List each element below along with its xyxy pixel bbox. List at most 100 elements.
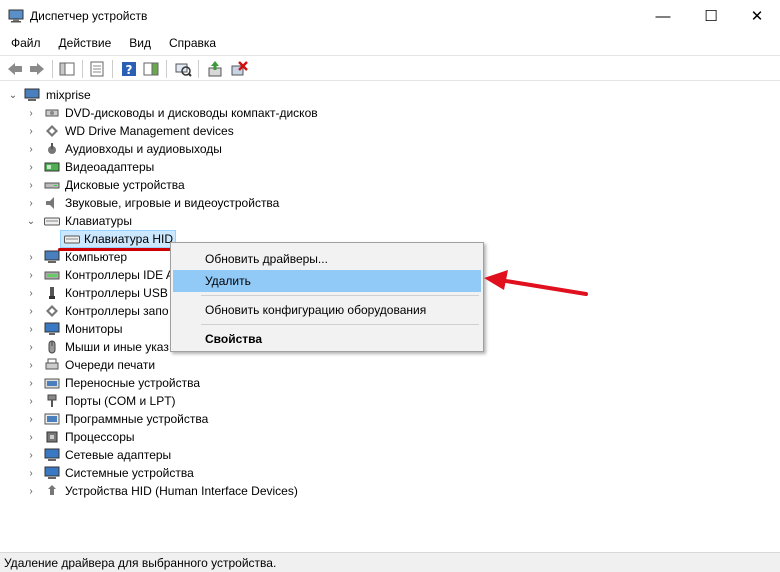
tree-item[interactable]: ⌄ Клавиатуры [0, 212, 320, 230]
chevron-right-icon[interactable]: › [26, 392, 36, 410]
action-pane-icon[interactable] [142, 60, 160, 78]
display-adapter-icon [44, 162, 60, 172]
chevron-right-icon[interactable]: › [26, 428, 36, 446]
menu-separator [201, 295, 479, 296]
tree-item[interactable]: › Переносные устройства [0, 374, 320, 392]
back-icon[interactable] [6, 60, 24, 78]
tree-item-label: Видеоадаптеры [65, 160, 155, 174]
print-queue-icon [45, 358, 59, 370]
ide-controller-icon [44, 271, 60, 280]
menu-scan-hardware[interactable]: Обновить конфигурацию оборудования [173, 299, 481, 321]
tree-item[interactable]: › Очереди печати [0, 356, 320, 374]
status-bar: Удаление драйвера для выбранного устройс… [0, 552, 780, 572]
tree-item[interactable]: › Дисковые устройства [0, 176, 320, 194]
update-driver-icon[interactable] [206, 60, 224, 78]
chevron-right-icon[interactable]: › [26, 464, 36, 482]
chevron-right-icon[interactable]: › [26, 446, 36, 464]
menu-uninstall-device[interactable]: Удалить [173, 270, 481, 292]
close-button[interactable]: ✕ [734, 0, 780, 32]
svg-text:?: ? [126, 63, 133, 77]
tree-item-label: Переносные устройства [65, 376, 201, 390]
context-menu: Обновить драйверы... Удалить Обновить ко… [170, 242, 484, 352]
chevron-down-icon[interactable]: ⌄ [8, 86, 18, 104]
chevron-right-icon[interactable]: › [26, 176, 36, 194]
toolbar-separator [112, 60, 113, 78]
toolbar-separator [52, 60, 53, 78]
forward-icon[interactable] [28, 60, 46, 78]
chevron-right-icon[interactable]: › [26, 194, 36, 212]
scan-hardware-icon[interactable] [174, 60, 192, 78]
chevron-right-icon[interactable]: › [26, 356, 36, 374]
menu-help[interactable]: Справка [158, 32, 223, 54]
minimize-button[interactable]: — [640, 0, 686, 32]
tree-item[interactable]: › Процессоры [0, 428, 320, 446]
menu-update-driver[interactable]: Обновить драйверы... [173, 248, 481, 270]
chevron-right-icon[interactable]: › [26, 140, 36, 158]
menu-properties[interactable]: Свойства [173, 328, 481, 350]
chevron-right-icon[interactable]: › [26, 122, 36, 140]
tree-item-label: Мыши и иные указ [65, 340, 169, 354]
tree-item-label: Программные устройства [65, 412, 209, 426]
tree-item[interactable]: › Порты (COM и LPT) [0, 392, 320, 410]
chevron-right-icon[interactable]: › [26, 320, 36, 338]
chevron-right-icon[interactable]: › [26, 284, 36, 302]
keyboard-icon [64, 235, 80, 244]
storage-controller-icon [46, 305, 58, 317]
processor-icon [46, 431, 58, 443]
chevron-right-icon[interactable]: › [26, 410, 36, 428]
chevron-right-icon[interactable]: › [26, 266, 36, 284]
tree-item-label: Аудиовходы и аудиовыходы [65, 142, 222, 156]
properties-icon[interactable] [88, 60, 106, 78]
software-device-icon [44, 413, 60, 425]
window-title: Диспетчер устройств [30, 9, 148, 23]
chevron-right-icon[interactable]: › [26, 248, 36, 266]
sound-icon [46, 197, 54, 209]
portable-device-icon [44, 378, 60, 389]
chevron-right-icon[interactable]: › [26, 104, 36, 122]
chevron-right-icon[interactable]: › [26, 338, 36, 356]
tree-item[interactable]: › Программные устройства [0, 410, 320, 428]
menu-file[interactable]: Файл [0, 32, 48, 54]
chevron-right-icon[interactable]: › [26, 158, 36, 176]
chevron-right-icon[interactable]: › [26, 374, 36, 392]
tree-item-label: Компьютер [65, 250, 128, 264]
tree-item[interactable]: › Видеоадаптеры [0, 158, 320, 176]
tree-item-label: Очереди печати [65, 358, 156, 372]
toolbar-separator [82, 60, 83, 78]
keyboard-icon [44, 217, 60, 226]
tree-item-label: Сетевые адаптеры [65, 448, 172, 462]
tree-item-label: Процессоры [65, 430, 135, 444]
tree-item-label: Дисковые устройства [65, 178, 185, 192]
menu-view[interactable]: Вид [118, 32, 158, 54]
device-keyboard-hid[interactable]: Клавиатура HID [60, 230, 180, 248]
red-arrow-annotation [484, 270, 588, 296]
tree-item[interactable]: › Системные устройства [0, 464, 320, 482]
uninstall-device-icon[interactable] [230, 60, 248, 78]
toolbar-separator [198, 60, 199, 78]
tree-item[interactable]: › Звуковые, игровые и видеоустройства [0, 194, 320, 212]
menu-bar: Файл Действие Вид Справка [0, 32, 780, 54]
tree-item-label: Порты (COM и LPT) [65, 394, 176, 408]
tree-item-label: Контроллеры USB [65, 286, 168, 300]
chevron-right-icon[interactable]: › [26, 302, 36, 320]
tree-item[interactable]: › Сетевые адаптеры [0, 446, 320, 464]
tree-item[interactable]: › Устройства HID (Human Interface Devices… [0, 482, 320, 500]
tree-item-label: Устройства HID (Human Interface Devices) [65, 484, 298, 498]
menu-action[interactable]: Действие [48, 32, 119, 54]
help-icon[interactable]: ? [120, 60, 138, 78]
system-device-icon [44, 466, 60, 479]
tree-item-label: Звуковые, игровые и видеоустройства [65, 196, 280, 210]
chevron-down-icon[interactable]: ⌄ [26, 212, 36, 230]
show-hide-console-tree-icon[interactable] [58, 60, 76, 78]
tree-item[interactable]: › WD Drive Management devices [0, 122, 320, 140]
audio-icon [48, 143, 56, 154]
disk-drive-icon [44, 182, 60, 189]
device-keyboard-hid-label: Клавиатура HID [84, 232, 173, 246]
tree-item-label: Клавиатуры [65, 214, 132, 228]
tree-item[interactable]: › DVD-дисководы и дисководы компакт-диско… [0, 104, 320, 122]
tree-root[interactable]: ⌄ mixprise [0, 86, 300, 104]
maximize-button[interactable]: ☐ [688, 0, 734, 32]
tree-root-label: mixprise [46, 88, 91, 102]
tree-item[interactable]: › Аудиовходы и аудиовыходы [0, 140, 320, 158]
chevron-right-icon[interactable]: › [26, 482, 36, 500]
